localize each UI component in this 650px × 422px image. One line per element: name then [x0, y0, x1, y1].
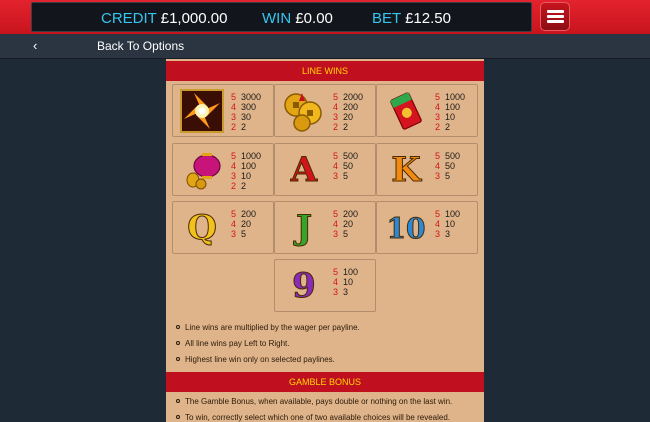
bet-label: BET [372, 10, 401, 27]
payout-list: 5 1000 4 100 3 10 22 [435, 92, 466, 132]
paytable-cell-king: K 5 500 4 50 35 [376, 143, 478, 196]
credit-display: CREDIT £1,000.00 [101, 10, 227, 27]
paytable-cell-ten: 10 5 100 4 10 33 [376, 201, 478, 254]
paytable-cell-nine: 9 5 100 4 10 33 [274, 259, 376, 312]
lantern-symbol-icon [179, 147, 225, 193]
payout-list: 5 1000 4 100 3 10 22 [231, 151, 262, 191]
ace-symbol-icon: A [290, 150, 318, 191]
balance-display: CREDIT £1,000.00 WIN £0.00 BET £12.50 [31, 2, 532, 32]
back-to-options-link[interactable]: Back To Options [97, 39, 184, 53]
paytable-cell-jack: J 5 200 4 20 35 [274, 201, 376, 254]
win-display: WIN £0.00 [262, 10, 333, 27]
gold-coins-symbol-icon [281, 88, 327, 134]
bet-display: BET £12.50 [372, 10, 451, 27]
red-envelope-symbol-icon [383, 88, 429, 134]
king-symbol-icon: K [391, 150, 422, 191]
gamble-note: To win, correctly select which one of tw… [176, 413, 450, 422]
top-bar: CREDIT £1,000.00 WIN £0.00 BET £12.50 [0, 0, 650, 34]
options-nav-bar: ‹ Back To Options [0, 34, 650, 59]
line-wins-banner: LINE WINS [166, 61, 484, 81]
payout-list: 5 2000 4 200 3 20 22 [333, 92, 364, 132]
line-wins-note: Highest line win only on selected paylin… [176, 355, 335, 364]
paytable-cell-queen: Q 5 200 4 20 35 [172, 201, 274, 254]
paytable-panel[interactable]: LINE WINS 5 3000 4 300 3 30 22 5 2000 4 … [166, 59, 484, 422]
paytable-cell-lantern: 5 1000 4 100 3 10 22 [172, 143, 274, 196]
gamble-note: The Gamble Bonus, when available, pays d… [176, 397, 452, 406]
payout-list: 5 500 4 50 35 [333, 151, 359, 181]
line-wins-note: All line wins pay Left to Right. [176, 339, 290, 348]
payout-list: 5 200 4 20 35 [231, 209, 257, 239]
queen-symbol-icon: Q [187, 208, 218, 249]
payout-list: 5 500 4 50 35 [435, 151, 461, 181]
menu-button[interactable] [540, 2, 570, 31]
credit-label: CREDIT [101, 10, 157, 27]
bet-value: £12.50 [405, 10, 451, 27]
nine-symbol-icon: 9 [292, 266, 317, 307]
paytable-cell-fire: 5 3000 4 300 3 30 22 [172, 84, 274, 137]
paytable-cell-envelope: 5 1000 4 100 3 10 22 [376, 84, 478, 137]
gamble-bonus-banner: GAMBLE BONUS [166, 372, 484, 392]
payout-list: 5 3000 4 300 3 30 22 [231, 92, 262, 132]
line-wins-note: Line wins are multiplied by the wager pe… [176, 323, 360, 332]
payout-list: 5 100 4 10 33 [435, 209, 461, 239]
ten-symbol-icon: 10 [386, 211, 426, 245]
win-value: £0.00 [295, 10, 333, 27]
credit-value: £1,000.00 [160, 10, 228, 27]
payout-list: 5 100 4 10 33 [333, 267, 359, 297]
paytable-cell-coins: 5 2000 4 200 3 20 22 [274, 84, 376, 137]
jack-symbol-icon: J [295, 208, 313, 249]
paytable-cell-ace: A 5 500 4 50 35 [274, 143, 376, 196]
fire-wild-symbol-icon [179, 88, 225, 134]
win-label: WIN [262, 10, 292, 27]
payout-list: 5 200 4 20 35 [333, 209, 359, 239]
chevron-left-icon[interactable]: ‹ [33, 38, 37, 53]
